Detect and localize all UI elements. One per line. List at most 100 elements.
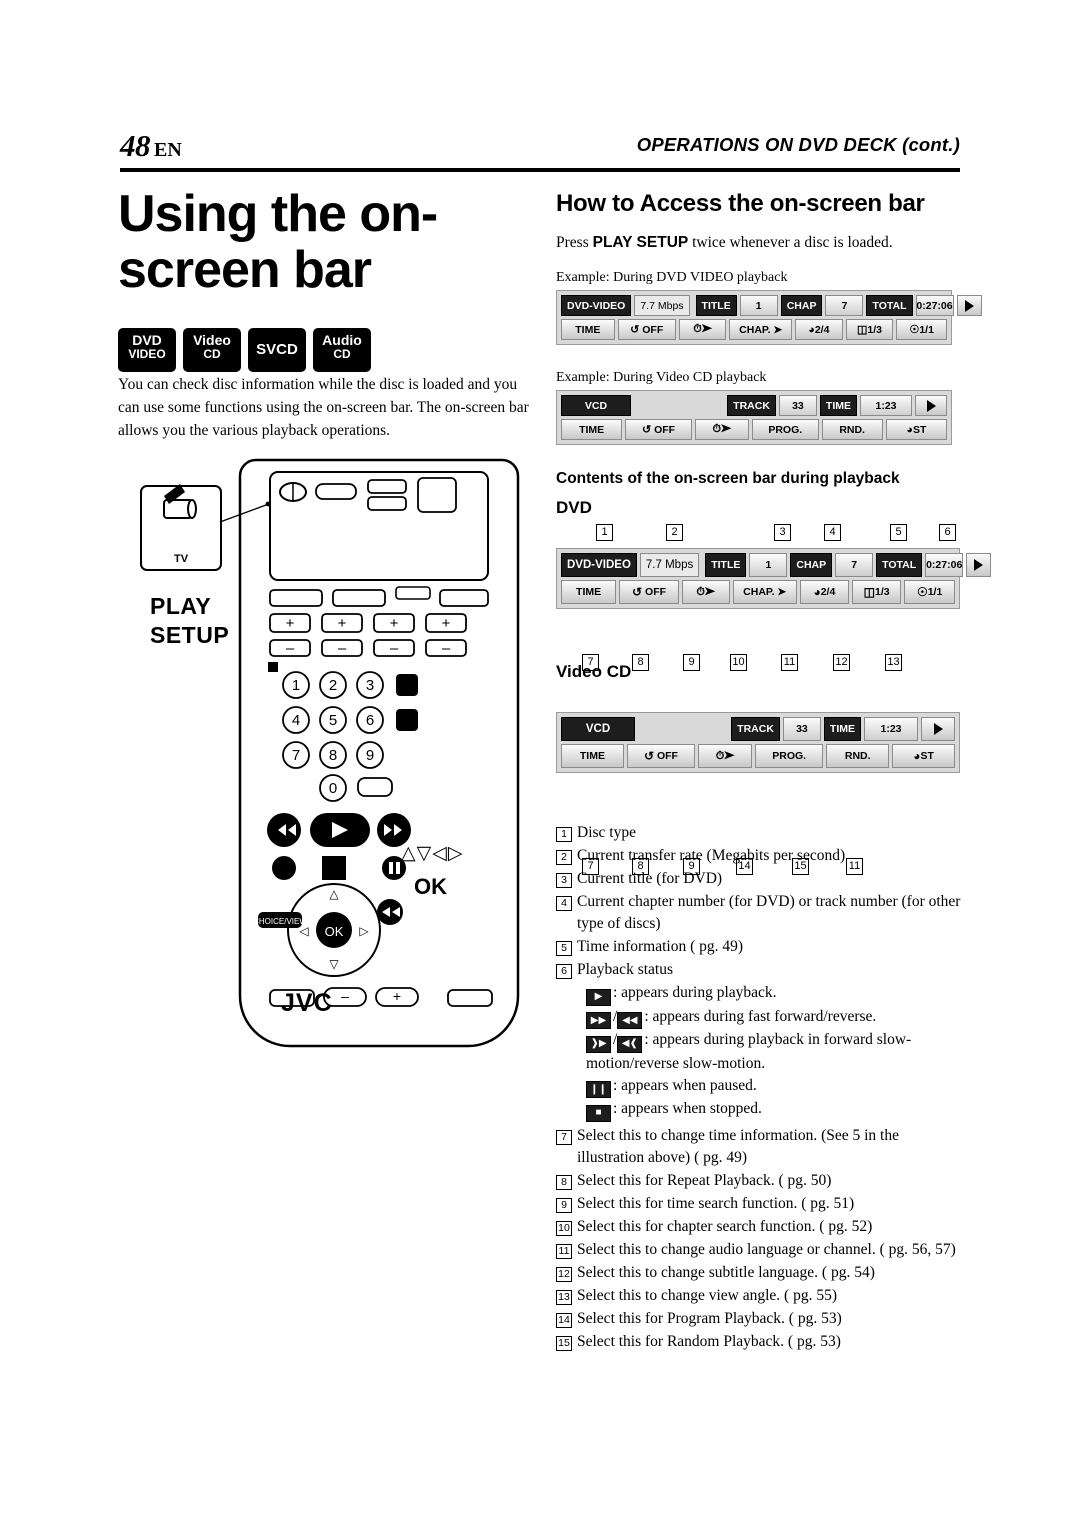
label-video-cd: Video CD	[556, 662, 632, 681]
list-item: 12 Select this to change subtitle langua…	[556, 1262, 966, 1284]
title-label: TITLE	[705, 553, 747, 577]
list-item-text: Select this for Program Playback. ( pg. …	[577, 1309, 842, 1327]
chapter-search-button[interactable]: CHAP. ➤	[729, 319, 792, 340]
angle-button[interactable]: ☉ 1/1	[904, 580, 955, 604]
angle-button[interactable]: ☉ 1/1	[896, 319, 948, 340]
repeat-button[interactable]: ↺ OFF	[619, 580, 679, 604]
fast-forward-icon: ▶▶	[586, 1012, 611, 1030]
svg-text:▷: ▷	[359, 924, 369, 938]
list-item-number: 9	[556, 1197, 572, 1213]
time-button[interactable]: TIME	[561, 744, 624, 768]
status-line-text: : appears during playback.	[613, 984, 777, 1001]
svg-text:3: 3	[366, 677, 374, 694]
slow-reverse-icon: ◀❰	[617, 1035, 643, 1053]
status-line-text: : appears when paused.	[613, 1076, 757, 1094]
time-button[interactable]: TIME	[561, 319, 615, 340]
list-item-text: Select this to change audio language or …	[577, 1240, 956, 1258]
list-item-number: 12	[556, 1266, 572, 1282]
svg-text:9: 9	[366, 747, 374, 764]
time-value: 1:23	[864, 717, 918, 741]
list-item-text: Playback status	[577, 961, 673, 978]
time-search-button[interactable]: ⏱➤	[694, 419, 749, 440]
arrows-callout: △▽◁▷	[401, 843, 464, 864]
random-button[interactable]: RND.	[826, 744, 890, 768]
angle-value: 1/1	[927, 586, 943, 598]
program-button[interactable]: PROG.	[755, 744, 824, 768]
list-item-text: Disc type	[577, 824, 636, 841]
playback-status-icon	[921, 717, 955, 741]
osb-dvd-example: DVD-VIDEO 7.7 Mbps TITLE 1 CHAP 7 TOTAL …	[556, 290, 982, 345]
subtitle-button[interactable]: ◫ 1/3	[845, 319, 894, 340]
title-label: TITLE	[695, 295, 737, 316]
osb-row-bottom: TIME ↺ OFF ⏱➤ PROG. RND. ◕ ST	[561, 744, 956, 768]
list-item: 11 Select this to change audio language …	[556, 1239, 966, 1261]
repeat-button[interactable]: ↺ OFF	[626, 744, 696, 768]
list-item-number: 8	[556, 1174, 572, 1190]
list-item-text: Current transfer rate (Megabits per seco…	[577, 847, 846, 864]
svg-text:–: –	[390, 640, 399, 657]
program-button[interactable]: PROG.	[752, 419, 819, 440]
svg-text:6: 6	[366, 712, 374, 729]
audio-channel-button[interactable]: ◕ ST	[892, 744, 956, 768]
audio-button[interactable]: ◕ 2/4	[799, 580, 850, 604]
label-dvd: DVD	[556, 498, 592, 517]
disc-type-field: DVD-VIDEO	[561, 295, 632, 316]
play-icon: ▶	[586, 988, 611, 1006]
page-header-left: 48 EN	[120, 128, 182, 164]
section-title: OPERATIONS ON DVD DECK (cont.)	[636, 134, 960, 155]
audio-channel-button[interactable]: ◕ ST	[885, 419, 948, 440]
svg-text:OK: OK	[325, 924, 344, 939]
list-item-number: 1	[556, 827, 572, 842]
remote-control-illustration: + + + + – – – – 1 2 3 4 5 6 7 8 9 0 OK △…	[118, 450, 538, 1060]
chapter-label: CHAP	[790, 553, 833, 577]
list-item-text: Select this to change view angle. ( pg. …	[577, 1286, 837, 1304]
osb-vcd-diagram: VCD TRACK 33 TIME 1:23 TIME ↺ OFF ⏱➤ PRO…	[556, 712, 960, 773]
title-value: 1	[739, 295, 778, 316]
subtitle-button[interactable]: ◫ 1/3	[852, 580, 902, 604]
disc-type-field: VCD	[561, 395, 631, 416]
time-search-button[interactable]: ⏱➤	[698, 744, 753, 768]
chapter-search-button[interactable]: CHAP. ➤	[732, 580, 797, 604]
subtitle-value: 1/3	[875, 586, 890, 598]
total-label: TOTAL	[876, 553, 923, 577]
svg-text:8: 8	[329, 747, 337, 764]
callout-5: 5	[890, 524, 907, 541]
list-item-text: Select this to change time information. …	[577, 1126, 899, 1166]
list-item-number: 7	[556, 1129, 572, 1145]
time-button[interactable]: TIME	[561, 419, 623, 440]
badge-line2: VIDEO	[128, 347, 166, 361]
status-line-pause: ❙❙: appears when paused.	[586, 1075, 966, 1099]
page-title-line2: screen bar	[118, 241, 372, 300]
badge-line1: SVCD	[256, 341, 298, 358]
tv-label: TV	[173, 553, 189, 565]
list-item-number: 5	[556, 941, 572, 956]
osb-row-bottom: TIME ↺ OFF ⏱➤ PROG. RND. ◕ ST	[561, 419, 948, 440]
pause-icon: ❙❙	[586, 1081, 611, 1099]
svg-text:△: △	[329, 887, 339, 901]
time-search-button[interactable]: ⏱➤	[678, 319, 727, 340]
audio-button[interactable]: ◕ 2/4	[794, 319, 843, 340]
playback-status-icon	[915, 395, 947, 416]
random-button[interactable]: RND.	[821, 419, 883, 440]
track-label: TRACK	[731, 717, 780, 741]
audio-value: 2/4	[820, 586, 836, 598]
status-line-stop: ■: appears when stopped.	[586, 1098, 966, 1122]
audio-channel-label: ST	[920, 750, 934, 762]
list-item-text: Select this for time search function. ( …	[577, 1194, 855, 1212]
repeat-value: OFF	[656, 750, 678, 762]
time-search-button[interactable]: ⏱➤	[681, 580, 730, 604]
osb-row-top: DVD-VIDEO 7.7 Mbps TITLE 1 CHAP 7 TOTAL …	[561, 295, 982, 316]
list-item: 9 Select this for time search function. …	[556, 1193, 966, 1215]
repeat-button[interactable]: ↺ OFF	[625, 419, 692, 440]
heading-how-to-access: How to Access the on-screen bar	[556, 190, 925, 217]
list-item: 4 Current chapter number (for DVD) or tr…	[556, 891, 966, 935]
caption-vcd-example: Example: During Video CD playback	[556, 370, 767, 385]
subtitle-value: 1/3	[867, 323, 883, 336]
list-item-number: 14	[556, 1312, 572, 1328]
legend-list: 1 Disc type 2 Current transfer rate (Meg…	[556, 822, 966, 1354]
list-item-number: 13	[556, 1289, 572, 1305]
svg-text:CHOICE/VIEW: CHOICE/VIEW	[253, 917, 307, 926]
time-button[interactable]: TIME	[561, 580, 617, 604]
list-item-number: 2	[556, 850, 572, 865]
repeat-button[interactable]: ↺ OFF	[617, 319, 676, 340]
